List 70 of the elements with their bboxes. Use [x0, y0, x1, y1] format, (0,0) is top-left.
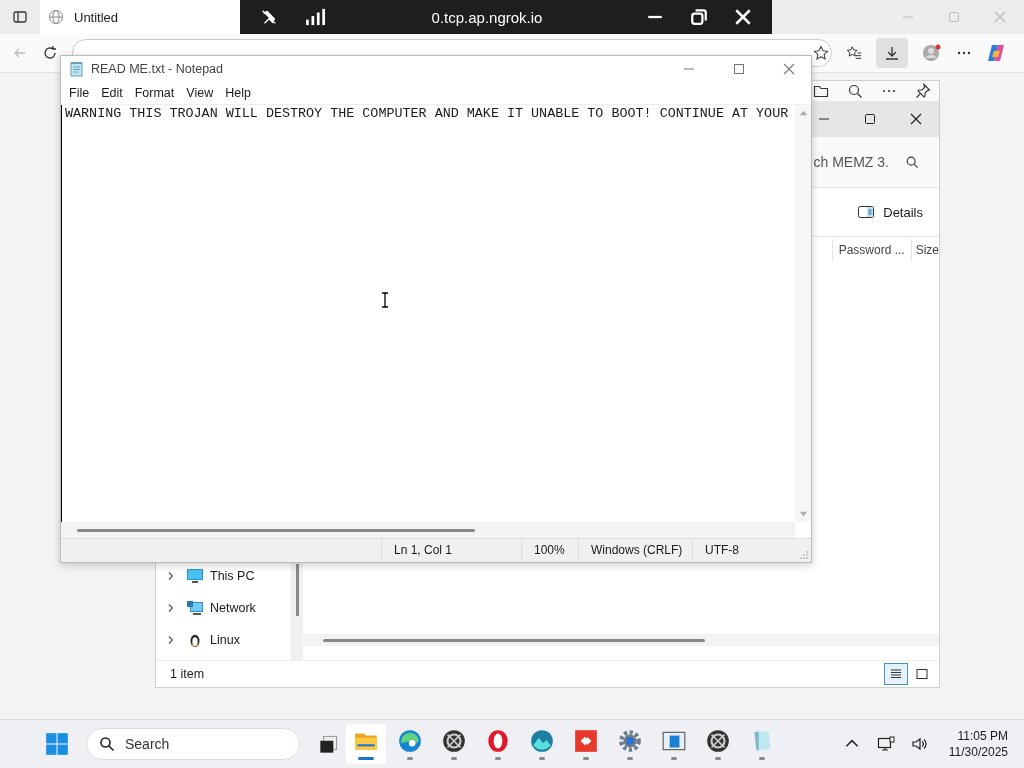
- downloads-button[interactable]: [876, 38, 908, 68]
- network-icon: [186, 600, 204, 616]
- browser-icon: [397, 728, 423, 754]
- menu-item[interactable]: View: [180, 83, 220, 102]
- tile-view-icon: [915, 667, 929, 681]
- status-text: UTF-8: [692, 539, 799, 562]
- menu-item[interactable]: Edit: [95, 83, 129, 102]
- gear-icon: [617, 728, 643, 754]
- folder-icon[interactable]: [813, 83, 829, 99]
- copilot-icon[interactable]: [986, 43, 1006, 63]
- tab-title: Untitled: [74, 9, 119, 25]
- arrows-icon: [573, 728, 599, 754]
- list-view-icon: [889, 667, 903, 681]
- favorites-icon[interactable]: [846, 45, 862, 61]
- text-cursor-icon: [381, 292, 389, 308]
- status-text: 100%: [521, 539, 578, 562]
- details-pane-button[interactable]: Details: [851, 200, 929, 224]
- monitor-icon: [186, 568, 204, 584]
- maximize-icon[interactable]: [862, 111, 878, 127]
- profile-avatar-icon[interactable]: [922, 43, 942, 63]
- volume-icon[interactable]: [910, 735, 929, 753]
- wave-icon: [529, 728, 555, 754]
- globe-icon: [48, 9, 64, 25]
- network-status-icon[interactable]: [876, 735, 895, 753]
- download-icon: [884, 45, 900, 61]
- remote-session-title: 0.tcp.ap.ngrok.io: [430, 8, 544, 26]
- nav-item[interactable]: Network: [156, 592, 291, 624]
- taskbar-search-field[interactable]: Search: [86, 728, 300, 760]
- close-icon[interactable]: [908, 111, 924, 127]
- notepad-icon: [69, 60, 85, 77]
- aperture-icon: [441, 728, 467, 754]
- window-title: READ ME.txt - Notepad: [91, 61, 224, 76]
- folder-search-field[interactable]: ch MEMZ 3.: [813, 154, 939, 170]
- status-text: Ln 1, Col 1: [381, 539, 521, 562]
- column-header[interactable]: Size: [910, 239, 939, 261]
- search-icon[interactable]: [847, 83, 863, 99]
- menu-item[interactable]: Format: [128, 83, 181, 102]
- close-icon[interactable]: [734, 8, 752, 26]
- star-icon[interactable]: [813, 45, 829, 61]
- item-count: 1 item: [170, 667, 205, 681]
- clock-time[interactable]: 11:05 PM: [957, 728, 1008, 744]
- column-header[interactable]: Password ...: [831, 239, 911, 261]
- start-icon[interactable]: [44, 731, 70, 757]
- aperture-icon: [705, 728, 731, 754]
- tab-actions-icon[interactable]: [12, 9, 28, 25]
- scrollbar-thumb[interactable]: [77, 528, 475, 532]
- unpin-icon[interactable]: [260, 8, 278, 26]
- opera-icon: [485, 728, 511, 754]
- resize-grip-icon[interactable]: [799, 549, 809, 560]
- pin-icon[interactable]: [915, 83, 931, 99]
- clock-date[interactable]: 11/30/2025: [948, 744, 1008, 760]
- restore-icon[interactable]: [690, 8, 708, 26]
- browser-tab[interactable]: Untitled: [40, 0, 240, 34]
- status-text: Windows (CRLF): [578, 539, 692, 562]
- details-view-button[interactable]: [884, 663, 908, 685]
- search-icon: [99, 736, 115, 752]
- chevron-icon[interactable]: [166, 603, 176, 613]
- taskbar-app-button[interactable]: [346, 724, 386, 764]
- refresh-icon[interactable]: [42, 45, 58, 61]
- chevron-icon[interactable]: [166, 635, 176, 645]
- menu-item[interactable]: File: [63, 83, 96, 102]
- signal-bars-icon: [304, 8, 328, 26]
- chevron-icon[interactable]: [166, 571, 176, 581]
- details-pane-icon: [857, 204, 876, 220]
- nav-item[interactable]: Linux: [156, 624, 291, 656]
- scrollbar-thumb[interactable]: [323, 638, 705, 642]
- search-icon: [905, 155, 919, 169]
- menu-item[interactable]: Help: [219, 83, 257, 102]
- nav-item[interactable]: This PC: [156, 560, 291, 592]
- scrollbar-thumb[interactable]: [295, 564, 299, 616]
